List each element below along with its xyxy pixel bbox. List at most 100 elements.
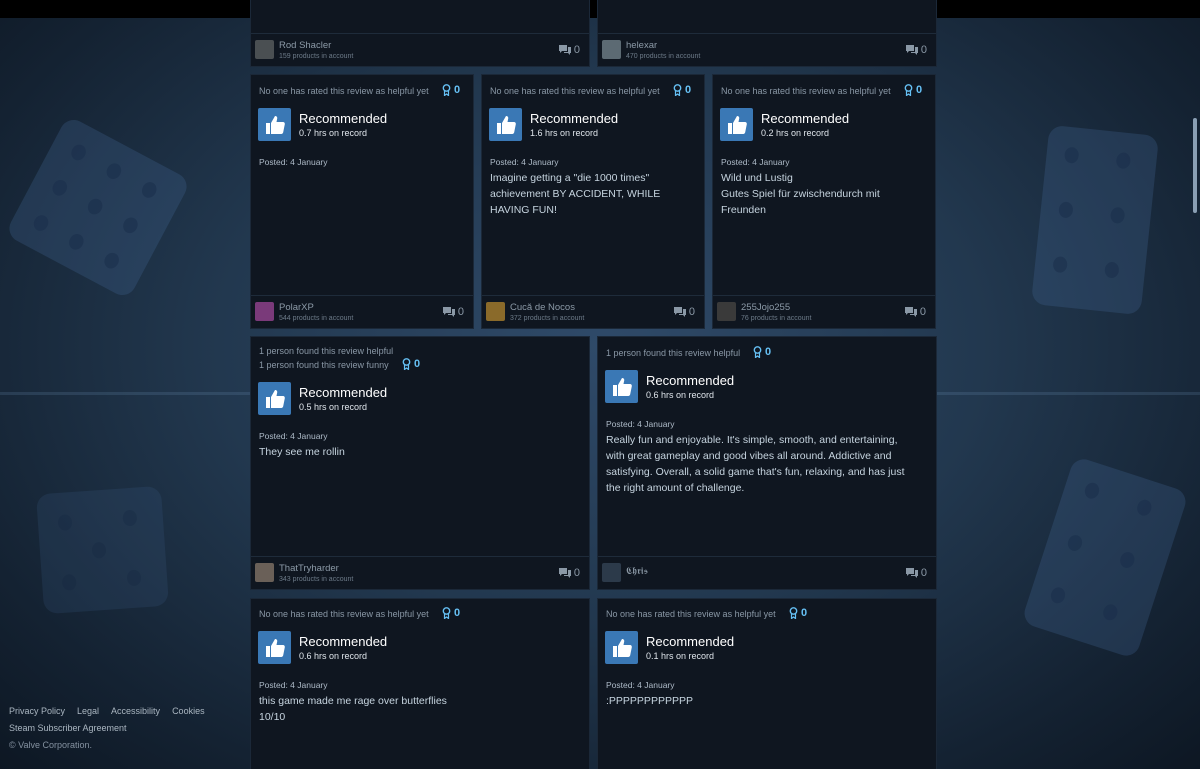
- comment-icon: [558, 568, 571, 578]
- review-text: Really fun and enjoyable. It's simple, s…: [606, 434, 905, 494]
- award-count: 0: [916, 84, 923, 96]
- thumbs-up-icon: [258, 382, 291, 415]
- legal-link[interactable]: Legal: [77, 706, 99, 716]
- review-card[interactable]: No one has rated this review as helpful …: [250, 598, 590, 769]
- award-count: 0: [685, 84, 692, 96]
- funny-status: 1 person found this review funny: [259, 360, 389, 370]
- review-text: this game made me rage over butterflies …: [259, 695, 447, 723]
- helpful-status: No one has rated this review as helpful …: [721, 86, 891, 96]
- avatar[interactable]: [602, 40, 621, 59]
- username[interactable]: helexar: [626, 40, 657, 51]
- award-button[interactable]: 0: [442, 607, 460, 619]
- comments-count: 0: [573, 567, 580, 579]
- username[interactable]: 255Jojo255: [741, 302, 790, 313]
- award-icon: [753, 346, 762, 358]
- comments-button[interactable]: 0: [442, 306, 464, 318]
- award-button[interactable]: 0: [442, 84, 460, 96]
- review-footer: PolarXP 544 products in account 0: [251, 295, 473, 328]
- award-button[interactable]: 0: [402, 358, 420, 370]
- cookies-link[interactable]: Cookies: [172, 706, 205, 716]
- review-card[interactable]: 1 person found this review helpful 0 Rec…: [597, 336, 937, 590]
- username[interactable]: PolarXP: [279, 302, 314, 313]
- comments-count: 0: [688, 306, 695, 318]
- comment-icon: [904, 307, 917, 317]
- recommendation[interactable]: Recommended 1.6 hrs on record: [489, 108, 618, 141]
- scrollbar-thumb[interactable]: [1193, 118, 1197, 213]
- posted-date: Posted: 4 January: [721, 157, 790, 167]
- hours-on-record: 0.1 hrs on record: [646, 650, 715, 661]
- username[interactable]: Rod Shacler: [279, 40, 331, 51]
- comments-count: 0: [920, 44, 927, 56]
- avatar[interactable]: [255, 563, 274, 582]
- award-icon: [442, 607, 451, 619]
- recommendation-title: Recommended: [299, 384, 388, 400]
- review-card[interactable]: No one has rated this review as helpful …: [481, 74, 705, 329]
- recommendation[interactable]: Recommended 0.5 hrs on record: [258, 382, 387, 415]
- award-button[interactable]: 0: [789, 607, 807, 619]
- thumbs-up-icon: [258, 108, 291, 141]
- thumbs-up-icon: [258, 631, 291, 664]
- recommendation[interactable]: Recommended 0.2 hrs on record: [720, 108, 849, 141]
- avatar[interactable]: [602, 563, 621, 582]
- comments-count: 0: [457, 306, 464, 318]
- products-count: 372 products in account: [510, 315, 585, 322]
- avatar[interactable]: [486, 302, 505, 321]
- username[interactable]: 𝕮𝖍𝖗𝖎𝖘: [626, 566, 648, 577]
- award-count: 0: [414, 358, 421, 370]
- award-icon: [904, 84, 913, 96]
- award-button[interactable]: 0: [753, 346, 771, 358]
- username[interactable]: ThatTryharder: [279, 563, 339, 574]
- avatar[interactable]: [255, 40, 274, 59]
- username[interactable]: Cucă de Nocos: [510, 302, 575, 313]
- privacy-policy-link[interactable]: Privacy Policy: [9, 706, 65, 716]
- products-count: 343 products in account: [279, 576, 354, 583]
- review-footer: 𝕮𝖍𝖗𝖎𝖘 0: [598, 556, 936, 589]
- award-count: 0: [454, 607, 461, 619]
- review-footer: ThatTryharder 343 products in account 0: [251, 556, 589, 589]
- recommendation-title: Recommended: [530, 110, 619, 126]
- recommendation[interactable]: Recommended 0.6 hrs on record: [258, 631, 387, 664]
- comments-count: 0: [919, 306, 926, 318]
- hours-on-record: 0.7 hrs on record: [299, 127, 368, 138]
- helpful-status: 1 person found this review helpful: [259, 346, 394, 356]
- review-footer: Cucă de Nocos 372 products in account 0: [482, 295, 704, 328]
- review-card[interactable]: No one has rated this review as helpful …: [712, 74, 936, 329]
- review-card[interactable]: No one has rated this review as helpful …: [250, 74, 474, 329]
- review-footer: helexar 470 products in account 0: [598, 33, 936, 66]
- recommendation[interactable]: Recommended 0.1 hrs on record: [605, 631, 734, 664]
- award-button[interactable]: 0: [673, 84, 691, 96]
- helpful-status: No one has rated this review as helpful …: [259, 86, 429, 96]
- review-footer: 255Jojo255 76 products in account 0: [713, 295, 935, 328]
- subscriber-agreement-link[interactable]: Steam Subscriber Agreement: [9, 723, 127, 733]
- comments-button[interactable]: 0: [904, 306, 926, 318]
- avatar[interactable]: [255, 302, 274, 321]
- comments-button[interactable]: 0: [673, 306, 695, 318]
- award-count: 0: [801, 607, 808, 619]
- recommendation[interactable]: Recommended 0.7 hrs on record: [258, 108, 387, 141]
- posted-date: Posted: 4 January: [606, 680, 675, 690]
- products-count: 159 products in account: [279, 53, 354, 60]
- background-line: [937, 392, 1200, 395]
- review-footer: Rod Shacler 159 products in account 0: [251, 33, 589, 66]
- comments-count: 0: [573, 44, 580, 56]
- hours-on-record: 0.2 hrs on record: [761, 127, 830, 138]
- accessibility-link[interactable]: Accessibility: [111, 706, 160, 716]
- comments-button[interactable]: 0: [905, 44, 927, 56]
- background-die: [4, 115, 192, 300]
- recommendation-title: Recommended: [761, 110, 850, 126]
- comments-button[interactable]: 0: [905, 567, 927, 579]
- review-card: Rod Shacler 159 products in account 0: [250, 0, 590, 67]
- helpful-status: No one has rated this review as helpful …: [606, 609, 776, 619]
- posted-date: Posted: 4 January: [259, 157, 328, 167]
- recommendation[interactable]: Recommended 0.6 hrs on record: [605, 370, 734, 403]
- award-button[interactable]: 0: [904, 84, 922, 96]
- comments-button[interactable]: 0: [558, 44, 580, 56]
- award-icon: [442, 84, 451, 96]
- comments-button[interactable]: 0: [558, 567, 580, 579]
- helpful-status: 1 person found this review helpful: [606, 348, 741, 358]
- review-card[interactable]: 1 person found this review helpful 1 per…: [250, 336, 590, 590]
- review-card[interactable]: No one has rated this review as helpful …: [597, 598, 937, 769]
- hours-on-record: 0.6 hrs on record: [646, 389, 715, 400]
- posted-date: Posted: 4 January: [490, 157, 559, 167]
- avatar[interactable]: [717, 302, 736, 321]
